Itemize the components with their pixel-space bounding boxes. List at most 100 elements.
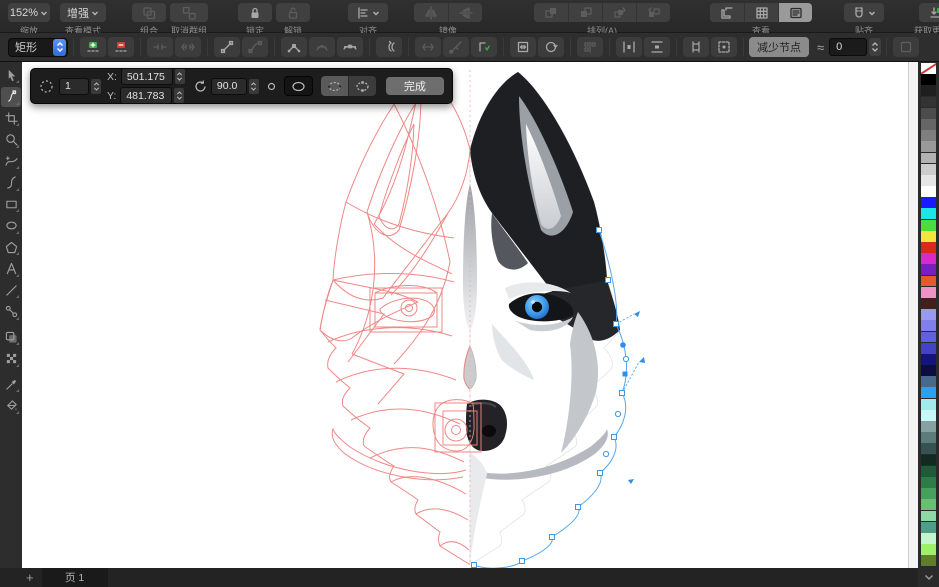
transform-option-button-1[interactable]	[321, 76, 348, 96]
done-button[interactable]: 完成	[386, 77, 444, 95]
rectangle-tool[interactable]	[1, 194, 21, 214]
palette-swatch[interactable]	[921, 97, 936, 108]
palette-swatch[interactable]	[921, 141, 936, 152]
eyedropper-tool[interactable]	[1, 374, 21, 394]
cusp-node-button[interactable]	[281, 37, 307, 57]
palette-swatch[interactable]	[921, 488, 936, 499]
palette-swatch[interactable]	[921, 320, 936, 331]
connector-tool[interactable]	[1, 302, 21, 322]
palette-swatch[interactable]	[921, 376, 936, 387]
palette-swatch[interactable]	[921, 399, 936, 410]
palette-expand-button[interactable]	[924, 568, 934, 586]
delete-node-button[interactable]	[108, 37, 134, 57]
palette-swatch[interactable]	[921, 74, 936, 85]
show-rulers-button[interactable]	[710, 3, 744, 22]
palette-swatch[interactable]	[921, 309, 936, 320]
x-stepper[interactable]	[175, 69, 185, 84]
shape-type-select[interactable]: 矩形	[8, 38, 68, 57]
smooth-node-button[interactable]	[309, 37, 335, 57]
palette-swatch[interactable]	[921, 410, 936, 421]
copies-stepper[interactable]	[91, 79, 101, 94]
viewmode-dropdown[interactable]: 增强	[60, 3, 106, 22]
transform-option-button-2[interactable]	[348, 76, 376, 96]
palette-swatch[interactable]	[921, 332, 936, 343]
palette-swatch[interactable]	[921, 387, 936, 398]
palette-swatch[interactable]	[921, 231, 936, 242]
palette-swatch[interactable]	[921, 276, 936, 287]
palette-swatch[interactable]	[921, 443, 936, 454]
crop-tool[interactable]	[1, 108, 21, 128]
palette-swatch[interactable]	[921, 119, 936, 130]
symmetric-node-button[interactable]	[337, 37, 363, 57]
curve-smoothness-field[interactable]: 0	[829, 38, 867, 56]
palette-swatch[interactable]	[921, 153, 936, 164]
lock-button[interactable]	[238, 3, 272, 22]
distribute-h-button[interactable]	[616, 37, 642, 57]
to-line-button[interactable]	[214, 37, 240, 57]
text-tool[interactable]	[1, 259, 21, 279]
reduce-nodes-button[interactable]: 减少节点	[749, 37, 809, 57]
palette-swatch-none[interactable]	[921, 63, 936, 74]
add-page-button[interactable]: +	[26, 570, 34, 585]
palette-swatch[interactable]	[921, 455, 936, 466]
unlock-button[interactable]	[276, 3, 310, 22]
group-button[interactable]	[132, 3, 166, 22]
ellipse-tool[interactable]	[1, 216, 21, 236]
x-field[interactable]: 501.175	[121, 68, 173, 85]
mirror-vertical-button[interactable]	[448, 3, 482, 22]
palette-swatch[interactable]	[921, 130, 936, 141]
page-tab-1[interactable]: 页 1	[42, 568, 108, 587]
show-grid-button[interactable]	[744, 3, 778, 22]
palette-swatch[interactable]	[921, 164, 936, 175]
back-one-button[interactable]	[636, 3, 670, 22]
extend-curve-button[interactable]	[415, 37, 441, 57]
y-stepper[interactable]	[174, 88, 184, 103]
drop-shadow-tool[interactable]	[1, 327, 21, 347]
palette-swatch[interactable]	[921, 186, 936, 197]
transparency-tool[interactable]	[1, 349, 21, 369]
angle-stepper[interactable]	[249, 79, 259, 94]
zoom-tool[interactable]	[1, 130, 21, 150]
palette-swatch[interactable]	[921, 242, 936, 253]
mirror-horizontal-button[interactable]	[414, 3, 448, 22]
to-back-button[interactable]	[568, 3, 602, 22]
palette-swatch[interactable]	[921, 555, 936, 566]
line-tool[interactable]	[1, 280, 21, 300]
palette-swatch[interactable]	[921, 287, 936, 298]
palette-swatch[interactable]	[921, 354, 936, 365]
palette-swatch[interactable]	[921, 175, 936, 186]
get-more-button[interactable]	[919, 3, 939, 22]
align-nodes-button[interactable]	[577, 37, 603, 57]
distribute-v-button[interactable]	[644, 37, 670, 57]
palette-swatch[interactable]	[921, 220, 936, 231]
to-front-button[interactable]	[534, 3, 568, 22]
palette-swatch[interactable]	[921, 522, 936, 533]
palette-swatch[interactable]	[921, 477, 936, 488]
to-curve-button[interactable]	[242, 37, 268, 57]
palette-swatch[interactable]	[921, 365, 936, 376]
palette-swatch[interactable]	[921, 511, 936, 522]
palette-swatch[interactable]	[921, 343, 936, 354]
ungroup-button[interactable]	[170, 3, 208, 22]
extract-subpath-button[interactable]	[443, 37, 469, 57]
palette-swatch[interactable]	[921, 544, 936, 555]
select-all-nodes-button[interactable]	[711, 37, 737, 57]
elastic-mode-button[interactable]	[683, 37, 709, 57]
shape-type-stepper[interactable]	[53, 39, 66, 56]
palette-swatch[interactable]	[921, 466, 936, 477]
palette-swatch[interactable]	[921, 499, 936, 510]
stretch-nodes-button[interactable]	[510, 37, 536, 57]
artistic-media-tool[interactable]	[1, 173, 21, 193]
palette-swatch[interactable]	[921, 298, 936, 309]
y-field[interactable]: 481.783	[120, 87, 172, 104]
palette-swatch[interactable]	[921, 421, 936, 432]
align-dropdown[interactable]	[348, 3, 388, 22]
rotate-nodes-button[interactable]	[538, 37, 564, 57]
palette-swatch[interactable]	[921, 253, 936, 264]
palette-swatch[interactable]	[921, 85, 936, 96]
zoom-dropdown[interactable]: 152%	[8, 3, 50, 22]
show-page-button[interactable]	[778, 3, 812, 22]
palette-swatch[interactable]	[921, 108, 936, 119]
palette-swatch[interactable]	[921, 264, 936, 275]
break-node-button[interactable]	[175, 37, 201, 57]
